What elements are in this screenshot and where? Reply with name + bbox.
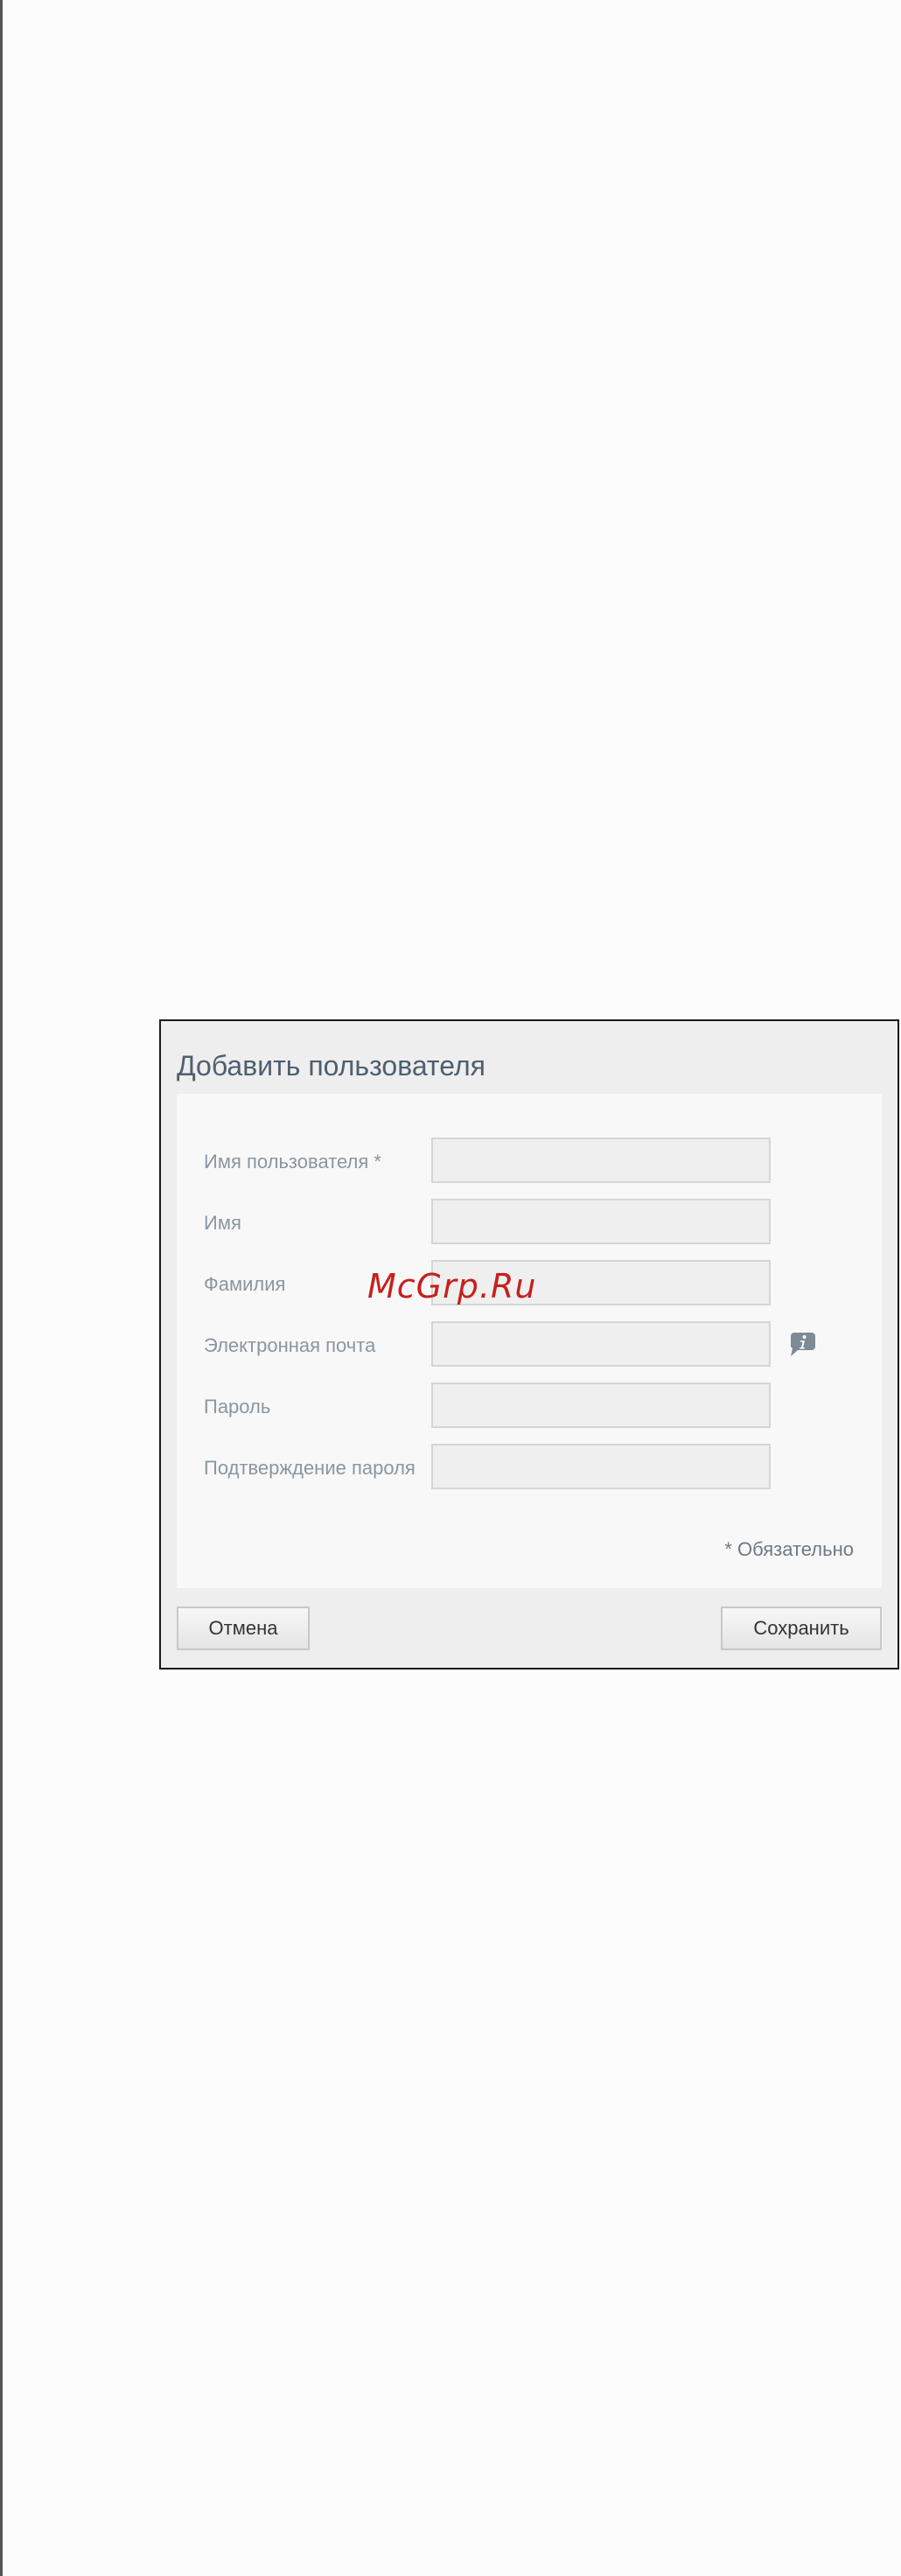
password-row: Пароль: [177, 1382, 882, 1428]
confirm-password-input[interactable]: [431, 1444, 771, 1489]
username-row: Имя пользователя *: [177, 1138, 882, 1183]
left-border: [0, 0, 3, 2576]
dialog-title: Добавить пользователя: [177, 1050, 485, 1082]
first-name-label: Имя: [204, 1212, 241, 1234]
info-icon[interactable]: [789, 1331, 815, 1357]
first-name-input[interactable]: [431, 1199, 771, 1244]
last-name-label: Фамилия: [204, 1273, 286, 1295]
confirm-password-row: Подтверждение пароля: [177, 1444, 882, 1489]
add-user-dialog: Добавить пользователя Имя пользователя *…: [159, 1019, 899, 1670]
first-name-row: Имя: [177, 1199, 882, 1244]
cancel-button[interactable]: Отмена: [177, 1606, 310, 1650]
confirm-password-label: Подтверждение пароля: [204, 1457, 416, 1479]
email-input[interactable]: [431, 1321, 771, 1367]
save-button[interactable]: Сохранить: [721, 1606, 882, 1650]
email-row: Электронная почта: [177, 1321, 882, 1367]
username-input[interactable]: [431, 1138, 771, 1183]
required-note: * Обязательно: [724, 1538, 854, 1560]
add-user-form: Имя пользователя * Имя Фамилия Электронн…: [177, 1094, 882, 1588]
password-label: Пароль: [204, 1396, 271, 1418]
username-label: Имя пользователя *: [204, 1151, 381, 1172]
email-label: Электронная почта: [204, 1334, 376, 1356]
password-input[interactable]: [431, 1382, 771, 1428]
watermark: McGrp.Ru: [367, 1267, 537, 1306]
